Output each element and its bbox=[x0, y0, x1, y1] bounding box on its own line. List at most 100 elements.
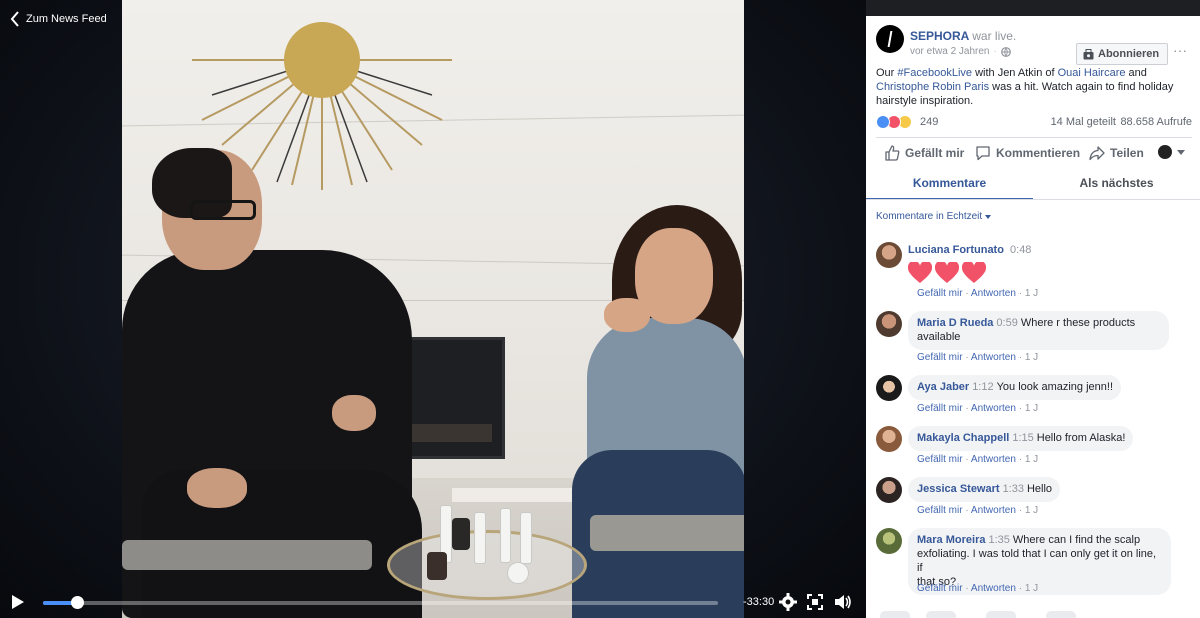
avatar[interactable] bbox=[876, 477, 902, 503]
post-time-text[interactable]: vor etwa 2 Jahren bbox=[910, 46, 990, 57]
comment-age[interactable]: 1 J bbox=[1025, 583, 1038, 594]
comment-author[interactable]: Luciana Fortunato bbox=[908, 244, 1004, 256]
comment-label: Kommentieren bbox=[996, 146, 1081, 160]
play-icon[interactable] bbox=[12, 595, 24, 609]
filter-label: Kommentare in Echtzeit bbox=[876, 211, 983, 222]
settings-gear-icon[interactable] bbox=[779, 593, 797, 611]
comment-age[interactable]: 1 J bbox=[1025, 403, 1038, 414]
comment-age[interactable]: 1 J bbox=[1025, 454, 1038, 465]
separator: · bbox=[1015, 352, 1025, 363]
back-to-news-feed-link[interactable]: Zum News Feed bbox=[10, 11, 107, 27]
shares-count[interactable]: 14 Mal geteilt bbox=[1051, 116, 1116, 128]
fullscreen-icon[interactable] bbox=[806, 593, 824, 611]
heart-emojis bbox=[908, 262, 986, 284]
video-player[interactable]: Zum News Feed -33:30 bbox=[0, 0, 866, 618]
comment-reply-link[interactable]: Antworten bbox=[971, 403, 1016, 414]
page-avatar[interactable] bbox=[876, 25, 904, 53]
post-header: SEPHORA war live. vor etwa 2 Jahren · Ab… bbox=[866, 16, 1200, 65]
comment-bubble: Jessica Stewart 1:33 Hello bbox=[908, 477, 1061, 502]
post-timestamp[interactable]: vor etwa 2 Jahren · bbox=[910, 46, 1011, 57]
post-as-selector[interactable] bbox=[1158, 145, 1185, 159]
comment-reply-link[interactable]: Antworten bbox=[971, 352, 1016, 363]
comment-button[interactable]: Kommentieren bbox=[975, 145, 1080, 161]
separator: · bbox=[1015, 583, 1025, 594]
avatar[interactable] bbox=[876, 311, 902, 337]
page-name-text[interactable]: SEPHORA bbox=[910, 29, 969, 43]
comment-input-edge bbox=[866, 608, 1200, 618]
comment-text: Where r these products bbox=[1020, 317, 1136, 329]
progress-knob[interactable] bbox=[70, 596, 84, 609]
globe-icon bbox=[1000, 46, 1011, 57]
divider bbox=[876, 137, 1192, 138]
comment-timestamp[interactable]: 1:33 bbox=[1003, 483, 1024, 495]
comment-timestamp[interactable]: 0:59 bbox=[996, 317, 1017, 329]
avatar[interactable] bbox=[876, 426, 902, 452]
tab-comments[interactable]: Kommentare bbox=[866, 170, 1033, 200]
comment-reply-link[interactable]: Antworten bbox=[971, 288, 1016, 299]
separator: · bbox=[962, 454, 971, 465]
chevron-left-icon bbox=[10, 11, 19, 27]
comment-bubble-icon bbox=[976, 146, 990, 161]
post-text-segment: with Jen Atkin of bbox=[972, 67, 1058, 79]
comment-reply-link[interactable]: Antworten bbox=[971, 505, 1016, 516]
profile-avatar-icon bbox=[1158, 145, 1172, 159]
separator: · bbox=[962, 288, 971, 299]
share-button[interactable]: Teilen bbox=[1089, 145, 1144, 161]
comment-reply-link[interactable]: Antworten bbox=[971, 454, 1016, 465]
more-options-icon[interactable]: ··· bbox=[1172, 43, 1188, 60]
comment-age[interactable]: 1 J bbox=[1025, 288, 1038, 299]
comment-timestamp[interactable]: 1:12 bbox=[972, 381, 993, 393]
separator: · bbox=[962, 352, 971, 363]
comment-author[interactable]: Mara Moreira bbox=[917, 534, 985, 546]
back-link-label: Zum News Feed bbox=[26, 13, 107, 25]
comment-filter-dropdown[interactable]: Kommentare in Echtzeit bbox=[876, 211, 992, 222]
tab-up-next[interactable]: Als nächstes bbox=[1033, 170, 1200, 200]
separator: · bbox=[962, 505, 971, 516]
comment-age[interactable]: 1 J bbox=[1025, 505, 1038, 516]
comment-author[interactable]: Jessica Stewart bbox=[917, 483, 1000, 495]
time-remaining: -33:30 bbox=[743, 596, 775, 608]
like-icon[interactable] bbox=[876, 115, 890, 129]
like-button[interactable]: Gefällt mir bbox=[884, 145, 964, 161]
subscribe-button[interactable]: Abonnieren bbox=[1076, 43, 1169, 65]
volume-icon[interactable] bbox=[834, 593, 852, 611]
comment-timestamp[interactable]: 1:15 bbox=[1012, 432, 1033, 444]
comment-like-link[interactable]: Gefällt mir bbox=[917, 352, 963, 363]
subscribe-icon bbox=[1083, 48, 1094, 59]
comment-author[interactable]: Maria D Rueda bbox=[917, 317, 993, 329]
hashtag-link[interactable]: #FacebookLive bbox=[897, 67, 972, 79]
separator: · bbox=[1015, 454, 1025, 465]
heart-icon bbox=[962, 262, 986, 283]
page-name-link[interactable]: SEPHORA war live. bbox=[910, 29, 1016, 43]
comment-bubble: Maria D Rueda 0:59 Where r these products a… bbox=[908, 311, 1169, 350]
views-count: 88.658 Aufrufe bbox=[1120, 116, 1192, 128]
comment-like-link[interactable]: Gefällt mir bbox=[917, 288, 963, 299]
share-arrow-icon bbox=[1089, 146, 1105, 161]
christophe-robin-link[interactable]: Christophe Robin Paris bbox=[876, 81, 989, 93]
comment-author[interactable]: Aya Jaber bbox=[917, 381, 969, 393]
comment-text: Hello from Alaska! bbox=[1036, 432, 1126, 444]
share-label: Teilen bbox=[1110, 146, 1144, 160]
avatar[interactable] bbox=[876, 242, 902, 268]
comment-reply-link[interactable]: Antworten bbox=[971, 583, 1016, 594]
comment-like-link[interactable]: Gefällt mir bbox=[917, 454, 963, 465]
comment-like-link[interactable]: Gefällt mir bbox=[917, 583, 963, 594]
reactions-count[interactable]: 249 bbox=[920, 116, 938, 128]
post-text: Our #FacebookLive with Jen Atkin of Ouai… bbox=[876, 66, 1192, 108]
comment-text: You look amazing jenn!! bbox=[996, 381, 1114, 393]
post-text-segment: and bbox=[1125, 67, 1147, 79]
comment-timestamp[interactable]: 0:48 bbox=[1010, 244, 1031, 256]
comment-age[interactable]: 1 J bbox=[1025, 352, 1038, 363]
comment-like-link[interactable]: Gefällt mir bbox=[917, 403, 963, 414]
comment-like-link[interactable]: Gefällt mir bbox=[917, 505, 963, 516]
separator: · bbox=[962, 403, 971, 414]
avatar[interactable] bbox=[876, 528, 902, 554]
avatar[interactable] bbox=[876, 375, 902, 401]
comment-timestamp[interactable]: 1:35 bbox=[988, 534, 1009, 546]
post-panel: SEPHORA war live. vor etwa 2 Jahren · Ab… bbox=[866, 0, 1200, 618]
ouai-haircare-link[interactable]: Ouai Haircare bbox=[1058, 67, 1126, 79]
comment-text: available bbox=[917, 331, 961, 343]
comment-author[interactable]: Makayla Chappell bbox=[917, 432, 1009, 444]
like-label: Gefällt mir bbox=[905, 146, 965, 160]
progress-bar[interactable] bbox=[43, 596, 718, 609]
